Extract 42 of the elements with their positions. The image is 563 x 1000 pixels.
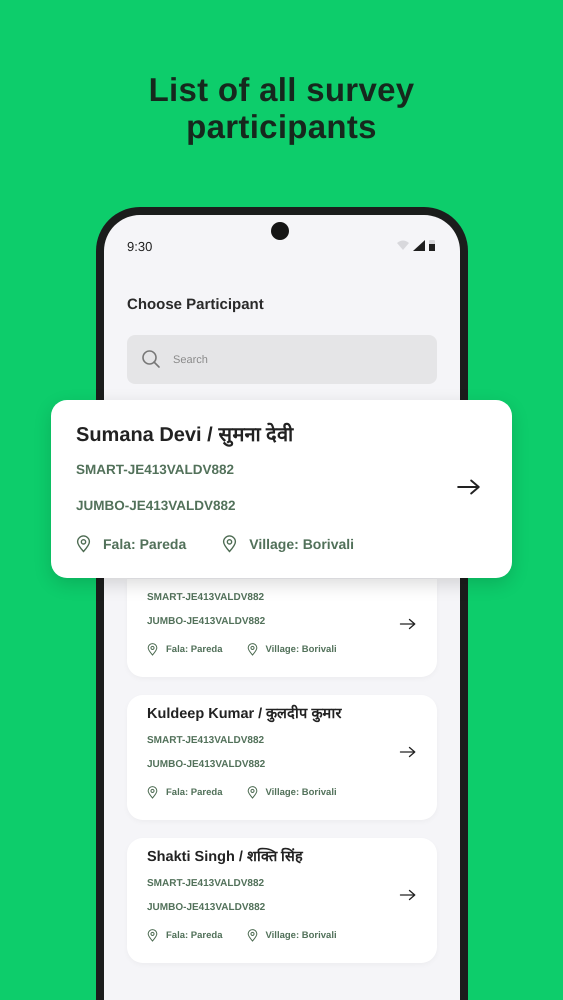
fala-label: Fala: Pareda xyxy=(166,644,222,655)
village-label: Village: Borivali xyxy=(266,644,337,655)
location-pin-icon xyxy=(147,929,158,942)
jumbo-id: JUMBO-JE413VALDV882 xyxy=(76,497,237,515)
village-label: Village: Borivali xyxy=(249,536,354,552)
location-pin-icon xyxy=(246,643,258,656)
participant-name: Sumana Devi / सुमना देवी xyxy=(76,422,295,449)
fala-label: Fala: Pareda xyxy=(166,930,222,941)
camera-icon xyxy=(271,222,289,240)
location-pin-icon xyxy=(246,786,258,799)
smart-id: SMART-JE413VALDV882 xyxy=(76,461,236,479)
jumbo-id: JUMBO-JE413VALDV882 xyxy=(147,901,266,915)
location-pin-icon xyxy=(246,929,258,942)
location-pin-icon xyxy=(222,535,238,553)
fala-label: Fala: Pareda xyxy=(166,787,222,798)
participant-card[interactable]: Shakti Singh / शक्ति सिंह SMART-JE413VALDV882 JUMBO-JE413VALDV882 Fala: Pareda Village: Borivali xyxy=(127,838,437,963)
search-field[interactable]: Search xyxy=(127,335,437,384)
jumbo-id: JUMBO-JE413VALDV882 xyxy=(147,758,266,772)
status-icons xyxy=(395,239,437,253)
headline: List of all survey participants xyxy=(148,70,416,145)
village-label: Village: Borivali xyxy=(266,930,337,941)
participant-card[interactable]: Kuldeep Kumar / कुलदीप कुमार SMART-JE413VALDV882 JUMBO-JE413VALDV882 Fala: Pareda Village: Borivali xyxy=(127,695,437,820)
search-icon xyxy=(141,349,161,369)
participant-card[interactable]: SMART-JE413VALDV882 JUMBO-JE413VALDV882 Fala: Pareda Village: Borivali xyxy=(127,579,437,677)
smart-id: SMART-JE413VALDV882 xyxy=(147,734,266,748)
location-pin-icon xyxy=(147,786,158,799)
fala-label: Fala: Pareda xyxy=(103,536,186,552)
screen-title: Choose Participant xyxy=(127,296,265,313)
highlighted-participant-card[interactable]: Sumana Devi / सुमना देवी SMART-JE413VALDV882 JUMBO-JE413VALDV882 Fala: Pareda Village: Borivali xyxy=(51,400,512,578)
jumbo-id: JUMBO-JE413VALDV882 xyxy=(147,615,266,629)
village-label: Village: Borivali xyxy=(266,787,337,798)
arrow-right-icon[interactable] xyxy=(456,478,482,496)
smart-id: SMART-JE413VALDV882 xyxy=(147,877,266,891)
location-pin-icon xyxy=(76,535,91,553)
arrow-right-icon[interactable] xyxy=(399,888,417,902)
status-time: 9:30 xyxy=(127,238,152,254)
arrow-right-icon[interactable] xyxy=(399,744,417,758)
arrow-right-icon[interactable] xyxy=(399,616,417,630)
participant-name: Shakti Singh / शक्ति सिंह xyxy=(147,847,304,867)
location-pin-icon xyxy=(147,643,158,656)
smart-id: SMART-JE413VALDV882 xyxy=(147,591,266,605)
participant-name: Kuldeep Kumar / कुलदीप कुमार xyxy=(147,704,342,724)
